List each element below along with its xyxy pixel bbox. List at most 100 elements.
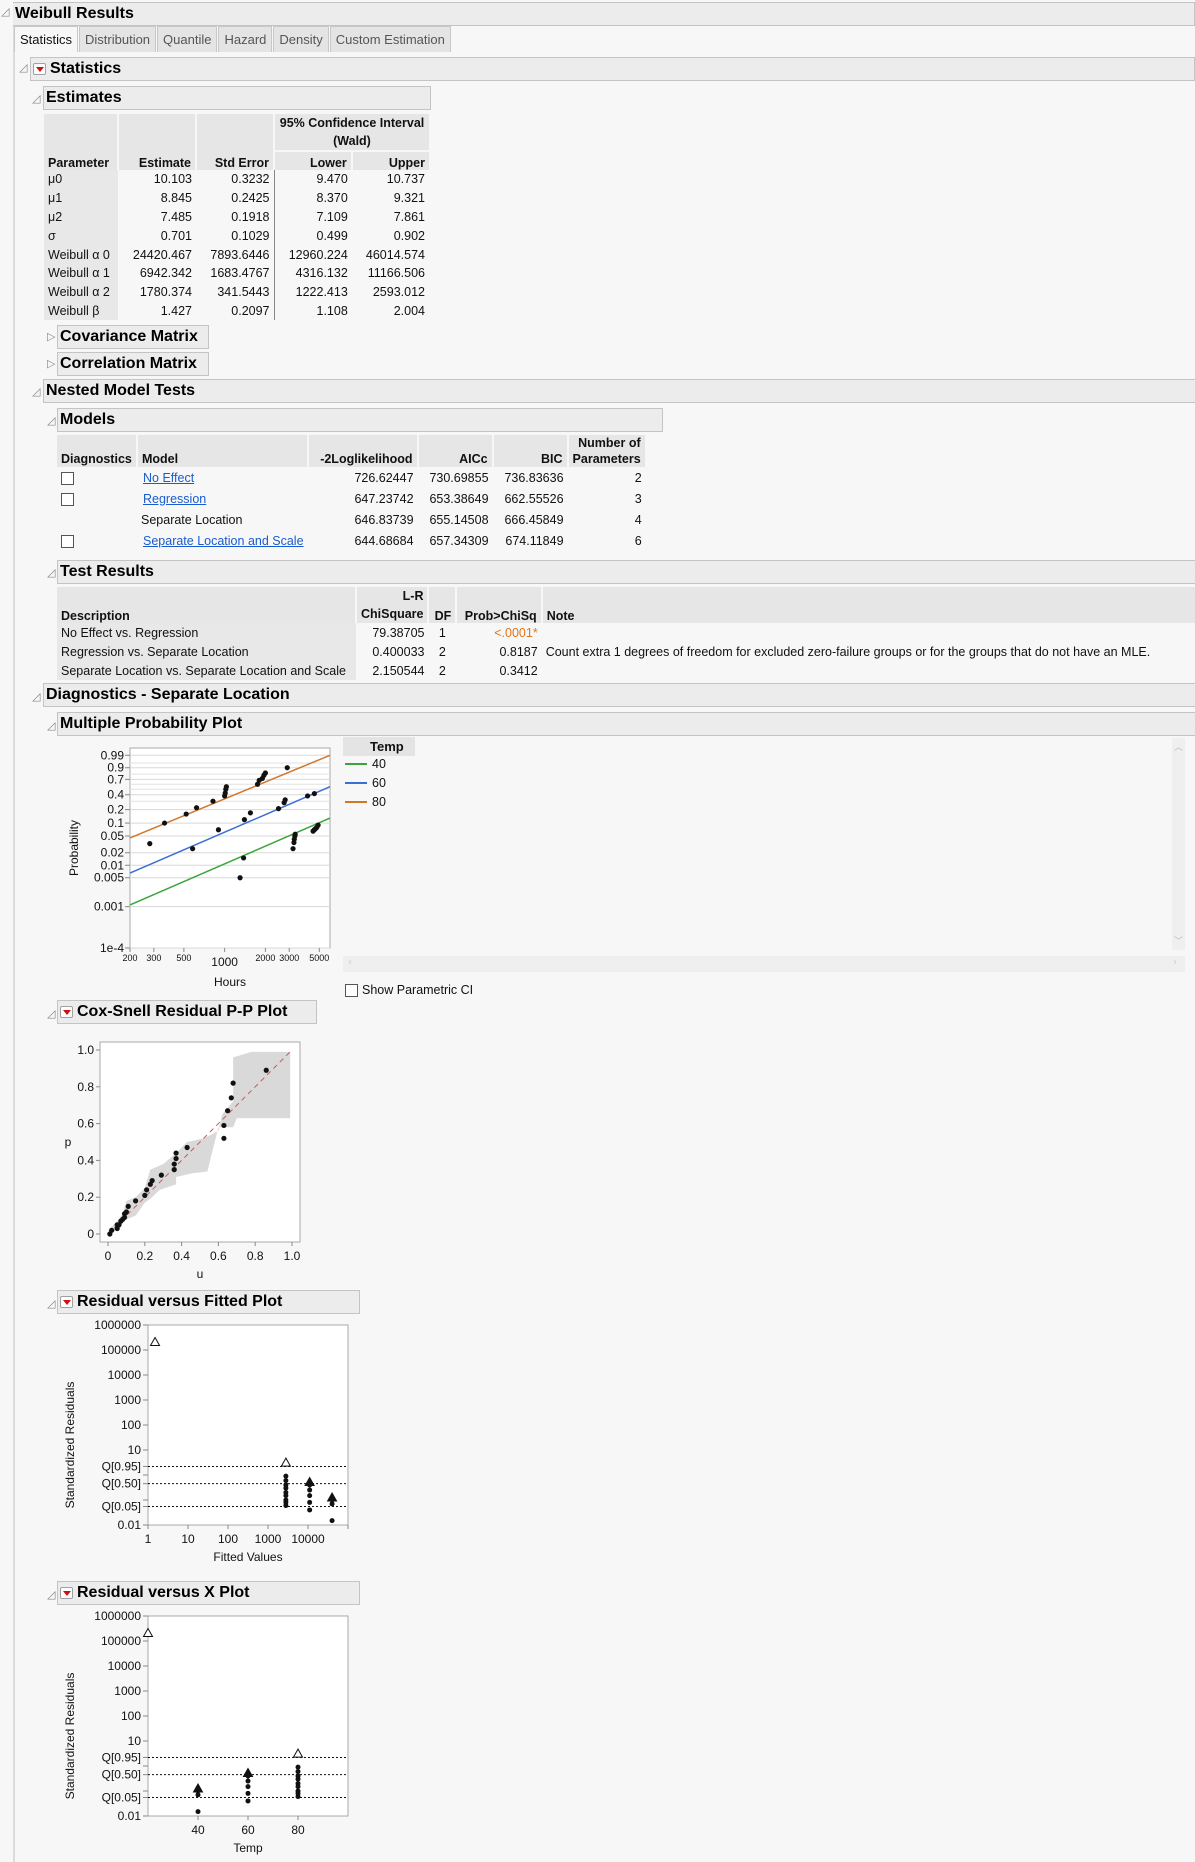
tab-quantile[interactable]: Quantile [157, 26, 218, 52]
collapse-triangle-icon[interactable]: ◿ [47, 1588, 55, 1601]
column-header: Std Error [196, 114, 275, 170]
show-parametric-ci-label: Show Parametric CI [362, 983, 474, 997]
diagnostics-checkbox[interactable] [61, 534, 74, 548]
data-point [283, 1503, 289, 1509]
note-cell [542, 623, 1195, 642]
collapse-triangle-icon[interactable]: ◿ [47, 719, 55, 732]
collapse-triangle-icon[interactable]: ◿ [47, 566, 55, 579]
expand-triangle-icon[interactable]: ▷ [47, 357, 55, 370]
red-menu-icon[interactable] [60, 1296, 73, 1308]
diagnostics-cell [57, 530, 137, 551]
diagnostics-checkbox[interactable] [61, 492, 74, 506]
y-tick-label: 0.8 [77, 1080, 94, 1094]
models-header[interactable]: Models [57, 408, 663, 432]
cox-snell-header[interactable]: Cox-Snell Residual P-P Plot [57, 1000, 317, 1024]
diagnostics-header[interactable]: Diagnostics - Separate Location [43, 683, 1195, 707]
y-tick-label: Q[0.95] [102, 1750, 141, 1764]
y-tick-label: Q[0.05] [102, 1790, 141, 1804]
collapse-triangle-icon[interactable]: ◿ [32, 690, 40, 703]
table-cell: 2 [634, 470, 642, 485]
data-point [221, 1135, 227, 1141]
data-point [307, 1507, 313, 1513]
data-point [133, 1198, 139, 1204]
tab-custom-estimation[interactable]: Custom Estimation [329, 26, 451, 52]
test-results-header[interactable]: Test Results [57, 560, 1195, 584]
nested-model-tests-header[interactable]: Nested Model Tests [43, 379, 1195, 403]
tab-statistics[interactable]: Statistics [14, 26, 79, 52]
data-point [283, 1478, 289, 1484]
models-header-text: Models [60, 411, 116, 428]
models-table: Diagnostics Model -2Loglikelihood AICc BIC Nu… [57, 435, 647, 551]
collapse-triangle-icon[interactable]: ◿ [47, 414, 55, 427]
header-row: Description L-R ChiSquare DF Prob>ChiSq Note [57, 587, 1195, 623]
table-cell: Weibull α 1 [44, 263, 118, 283]
expand-triangle-icon[interactable]: ▷ [47, 330, 55, 343]
data-point [295, 1794, 301, 1800]
table-cell: 7893.6446 [196, 245, 275, 264]
x-tick-label: 10 [181, 1532, 195, 1546]
covariance-matrix-header[interactable]: Covariance Matrix [57, 325, 209, 349]
multiple-probability-plot-header[interactable]: Multiple Probability Plot [57, 712, 1195, 736]
x-tick-label: 100 [218, 1532, 238, 1546]
estimates-table: Parameter Estimate Std Error 95% Confidence… [44, 114, 429, 321]
table-cell: 8.845 [160, 191, 192, 206]
tab-hazard[interactable]: Hazard [218, 26, 273, 52]
residual-fitted-plot: 0.01 Q[0.05] Q[0.50] Q[0.95] 10 100 1000 10000 1… [63, 1318, 349, 1564]
y-tick-label: 0 [87, 1227, 94, 1241]
collapse-triangle-icon[interactable]: ◿ [1, 5, 9, 18]
collapse-triangle-icon[interactable]: ◿ [47, 1297, 55, 1310]
data-point [284, 765, 290, 771]
table-row: μ1 8.845 0.2425 8.370 9.321 [44, 188, 429, 208]
table-cell: 644.68684 [354, 533, 414, 548]
plot-frame [129, 747, 331, 949]
probability-plot: 1e-40.0010.0050.010.020.050.10.20.40.70.… [67, 747, 331, 989]
collapse-triangle-icon[interactable]: ◿ [32, 92, 40, 105]
scroll-down-icon[interactable]: ﹀ [1174, 934, 1183, 947]
scroll-left-icon[interactable]: ‹ [348, 957, 352, 968]
vertical-scrollbar[interactable]: ︿ ﹀ [1172, 738, 1185, 950]
table-row: Regression vs. Separate Location 0.400033… [57, 642, 1195, 661]
table-row: μ2 7.485 0.1918 7.109 7.861 [44, 207, 429, 227]
tab-density[interactable]: Density [273, 26, 329, 52]
table-cell: 2 [438, 663, 446, 678]
test-results-header-text: Test Results [60, 563, 154, 580]
legend-item: 60 [345, 776, 386, 790]
residual-fitted-header[interactable]: Residual versus Fitted Plot [57, 1290, 360, 1314]
model-link[interactable]: Separate Location and Scale [137, 530, 308, 551]
data-point [295, 1784, 301, 1790]
table-row: Separate Location vs. Separate Location … [57, 661, 1195, 680]
diagnostics-checkbox[interactable] [61, 471, 74, 485]
y-tick-label: 1e-4 [100, 941, 124, 955]
tab-distribution[interactable]: Distribution [79, 26, 157, 52]
column-header: DF [428, 587, 458, 623]
scroll-up-icon[interactable]: ︿ [1174, 740, 1183, 753]
horizontal-scrollbar[interactable]: ‹ › [343, 956, 1185, 972]
x-tick-label: 0.2 [136, 1249, 153, 1263]
estimates-header[interactable]: Estimates [43, 86, 431, 110]
data-point [245, 1790, 251, 1796]
statistics-header[interactable]: Statistics [30, 57, 1195, 81]
show-parametric-ci-row[interactable]: Show Parametric CI [345, 983, 473, 997]
collapse-triangle-icon[interactable]: ◿ [32, 385, 40, 398]
x-tick-label: 500 [176, 953, 191, 963]
column-header: Description [57, 587, 357, 623]
red-menu-icon[interactable] [60, 1587, 73, 1599]
data-point [275, 806, 282, 812]
collapse-triangle-icon[interactable]: ◿ [19, 61, 27, 74]
correlation-matrix-header[interactable]: Correlation Matrix [57, 352, 209, 376]
model-link[interactable]: Regression [137, 488, 308, 509]
table-cell: 3 [634, 491, 642, 506]
show-parametric-ci-checkbox[interactable] [345, 983, 358, 997]
red-menu-icon[interactable] [60, 1006, 73, 1018]
model-link[interactable]: No Effect [137, 467, 308, 488]
scroll-right-icon[interactable]: › [1173, 957, 1177, 968]
residual-x-header[interactable]: Residual versus X Plot [57, 1581, 360, 1605]
data-point [142, 1192, 148, 1198]
table-cell: Weibull β [44, 301, 118, 321]
y-tick-label: 0.01 [118, 1518, 142, 1532]
collapse-triangle-icon[interactable]: ◿ [47, 1007, 55, 1020]
red-menu-icon[interactable] [33, 63, 46, 75]
table-row: μ0 10.103 0.3232 9.470 10.737 [44, 170, 429, 189]
table-cell: Separate Location vs. Separate Location … [57, 661, 356, 680]
table-cell: 1780.374 [139, 285, 192, 300]
